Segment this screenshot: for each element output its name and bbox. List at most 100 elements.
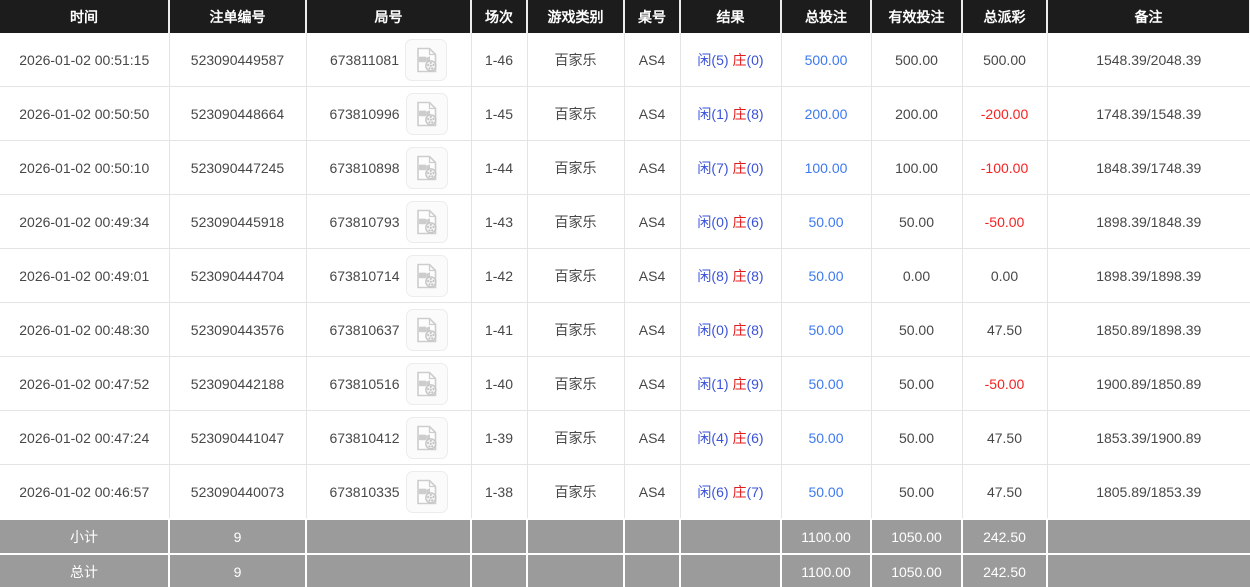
footer-total-bet: 1100.00: [780, 518, 872, 555]
cell-bet-id: 523090443576: [168, 302, 307, 357]
table-header: 时间 注单编号 局号 场次 游戏类别 桌号 结果 总投注 有效投注 总派彩 备注: [0, 0, 1250, 33]
cell-table-no: AS4: [623, 140, 681, 195]
cell-round: 673810412: [305, 410, 472, 465]
total-bet-link[interactable]: 50.00: [808, 214, 843, 230]
total-bet-link[interactable]: 50.00: [808, 268, 843, 284]
result-player: 闲(5): [697, 51, 729, 68]
footer-session: [470, 553, 528, 587]
table-row: 2026-01-02 00:51:15 523090449587 673811081…: [0, 33, 1250, 87]
cell-remark: 1805.89/1853.39: [1046, 464, 1250, 520]
result-banker-value: (7): [746, 483, 764, 500]
video-replay-button[interactable]: [405, 38, 448, 81]
cell-payout: -200.00: [961, 86, 1048, 141]
round-number: 673810412: [329, 429, 400, 446]
cell-total-bet: 50.00: [780, 302, 872, 357]
cell-round: 673810996: [305, 86, 472, 141]
video-replay-button[interactable]: [405, 200, 448, 243]
video-replay-button[interactable]: [405, 92, 448, 135]
cell-game-type: 百家乐: [526, 464, 625, 520]
cell-total-bet: 50.00: [780, 410, 872, 465]
cell-game-type: 百家乐: [526, 302, 625, 357]
total-bet-link[interactable]: 50.00: [808, 430, 843, 446]
round-number: 673810996: [329, 105, 400, 122]
cell-total-bet: 50.00: [780, 356, 872, 411]
cell-result: 闲(5) 庄(0): [679, 33, 782, 87]
round-number: 673810335: [329, 483, 400, 500]
cell-result: 闲(8) 庄(8): [679, 248, 782, 303]
cell-remark: 1848.39/1748.39: [1046, 140, 1250, 195]
video-file-icon: [417, 425, 437, 450]
cell-round: 673810516: [305, 356, 472, 411]
cell-payout: 500.00: [961, 33, 1048, 87]
cell-valid-bet: 500.00: [870, 33, 963, 87]
cell-table-no: AS4: [623, 33, 681, 87]
round-number: 673810637: [329, 321, 400, 338]
total-bet-link[interactable]: 50.00: [808, 376, 843, 392]
result-player: 闲(6): [697, 483, 729, 500]
result-banker-label: 庄: [732, 51, 747, 68]
cell-game-type: 百家乐: [526, 86, 625, 141]
cell-bet-id: 523090445918: [168, 194, 307, 249]
subtotal-row: 小计 9 1100.00 1050.00 242.50: [0, 518, 1250, 555]
cell-table-no: AS4: [623, 302, 681, 357]
footer-count: 9: [168, 518, 307, 555]
result-player: 闲(0): [697, 213, 729, 230]
cell-time: 2026-01-02 00:46:57: [0, 464, 170, 520]
cell-session: 1-41: [470, 302, 528, 357]
result-player: 闲(1): [697, 105, 729, 122]
cell-session: 1-46: [470, 33, 528, 87]
cell-bet-id: 523090447245: [168, 140, 307, 195]
video-file-icon: [417, 209, 437, 234]
cell-session: 1-45: [470, 86, 528, 141]
video-replay-button[interactable]: [405, 416, 448, 459]
table-footer: 小计 9 1100.00 1050.00 242.50 总计 9 1100.00 1050.00…: [0, 518, 1250, 587]
result-banker-value: (9): [746, 375, 764, 392]
result-banker-label: 庄: [732, 159, 747, 176]
cell-session: 1-43: [470, 194, 528, 249]
result-banker-value: (6): [746, 429, 764, 446]
video-replay-button[interactable]: [405, 470, 448, 513]
total-bet-link[interactable]: 200.00: [805, 106, 848, 122]
total-bet-link[interactable]: 100.00: [805, 160, 848, 176]
cell-session: 1-38: [470, 464, 528, 520]
column-header-game-type: 游戏类别: [527, 0, 625, 33]
video-replay-button[interactable]: [405, 362, 448, 405]
total-bet-link[interactable]: 50.00: [808, 484, 843, 500]
total-bet-link[interactable]: 50.00: [808, 322, 843, 338]
footer-round: [305, 518, 472, 555]
footer-payout: 242.50: [961, 553, 1048, 587]
total-bet-link[interactable]: 500.00: [805, 52, 848, 68]
table-row: 2026-01-02 00:48:30 523090443576 673810637…: [0, 302, 1250, 357]
footer-remark: [1046, 553, 1250, 587]
footer-valid-bet: 1050.00: [870, 553, 963, 587]
cell-session: 1-40: [470, 356, 528, 411]
column-header-total-bet: 总投注: [781, 0, 872, 33]
cell-total-bet: 50.00: [780, 248, 872, 303]
footer-game-type: [526, 553, 625, 587]
round-number: 673810793: [329, 213, 400, 230]
cell-payout: 47.50: [961, 410, 1048, 465]
cell-session: 1-44: [470, 140, 528, 195]
column-header-table-no: 桌号: [624, 0, 681, 33]
cell-table-no: AS4: [623, 86, 681, 141]
result-banker-label: 庄: [732, 483, 747, 500]
video-replay-button[interactable]: [405, 146, 448, 189]
cell-time: 2026-01-02 00:48:30: [0, 302, 170, 357]
video-replay-button[interactable]: [405, 308, 448, 351]
column-header-valid-bet: 有效投注: [871, 0, 963, 33]
cell-total-bet: 500.00: [780, 33, 872, 87]
result-player: 闲(7): [697, 159, 729, 176]
cell-total-bet: 100.00: [780, 140, 872, 195]
cell-time: 2026-01-02 00:47:52: [0, 356, 170, 411]
bet-records-table: 时间 注单编号 局号 场次 游戏类别 桌号 结果 总投注 有效投注 总派彩 备注 2026-01-0…: [0, 0, 1250, 587]
bet-records-screen: 时间 注单编号 局号 场次 游戏类别 桌号 结果 总投注 有效投注 总派彩 备注 2026-01-0…: [0, 0, 1250, 587]
cell-bet-id: 523090441047: [168, 410, 307, 465]
cell-payout: 47.50: [961, 464, 1048, 520]
cell-valid-bet: 50.00: [870, 194, 963, 249]
video-file-icon: [417, 101, 437, 126]
round-number: 673811081: [329, 51, 400, 68]
video-replay-button[interactable]: [405, 254, 448, 297]
cell-result: 闲(1) 庄(9): [679, 356, 782, 411]
video-file-icon: [416, 47, 437, 72]
cell-payout: 0.00: [961, 248, 1048, 303]
